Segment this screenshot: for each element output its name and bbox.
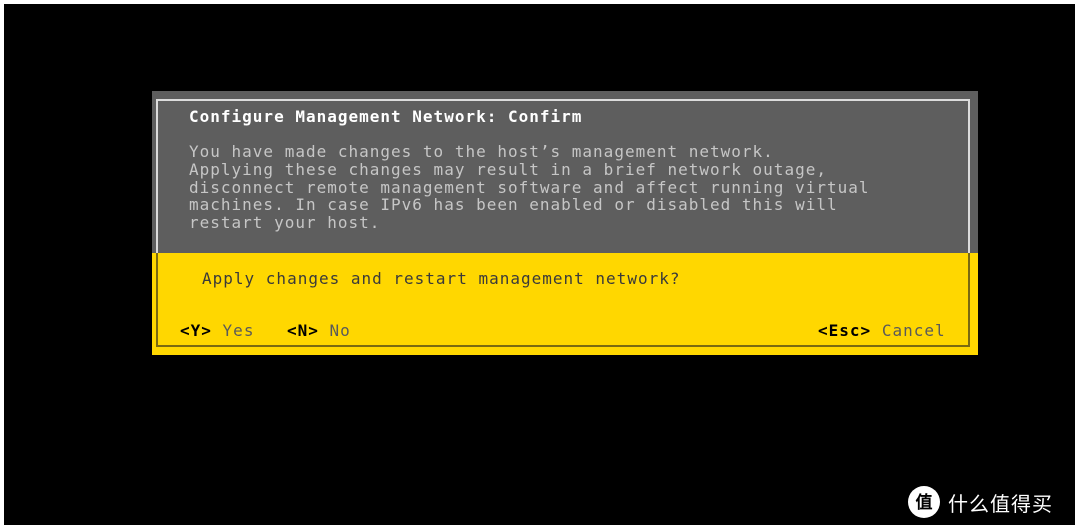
message-line: You have made changes to the host’s mana… xyxy=(189,142,774,161)
watermark: 值 什么值得买 xyxy=(908,484,1053,520)
cancel-label: Cancel xyxy=(881,321,946,340)
no-button[interactable]: <N> No xyxy=(287,321,351,340)
dialog-message: You have made changes to the host’s mana… xyxy=(189,143,969,232)
screenshot-frame: Configure Management Network: Confirm Yo… xyxy=(0,0,1080,530)
console-screen: Configure Management Network: Confirm Yo… xyxy=(4,4,1075,525)
cancel-button[interactable]: <Esc> Cancel xyxy=(818,321,946,340)
confirm-question: Apply changes and restart management net… xyxy=(202,269,681,288)
dialog-header-panel: Configure Management Network: Confirm Yo… xyxy=(152,91,978,253)
yes-key-hint: <Y> xyxy=(180,321,212,340)
yes-label: Yes xyxy=(222,321,255,340)
watermark-text: 什么值得买 xyxy=(948,491,1053,516)
message-line: restart your host. xyxy=(189,213,381,233)
no-label: No xyxy=(329,321,351,340)
dialog-title: Configure Management Network: Confirm xyxy=(189,107,583,126)
no-key-hint: <N> xyxy=(287,321,319,340)
message-line: machines. In case IPv6 has been enabled … xyxy=(189,195,838,215)
dialog-prompt-panel: Apply changes and restart management net… xyxy=(152,253,978,355)
confirm-dialog: Configure Management Network: Confirm Yo… xyxy=(152,91,978,355)
message-line: disconnect remote management software an… xyxy=(189,177,870,197)
logo-glyph: 值 xyxy=(916,492,933,513)
cancel-key-hint: <Esc> xyxy=(818,321,872,340)
yes-button[interactable]: <Y> Yes xyxy=(180,321,254,340)
message-line: Applying these changes may result in a b… xyxy=(189,159,827,179)
smzdm-logo-icon: 值 xyxy=(908,486,940,518)
